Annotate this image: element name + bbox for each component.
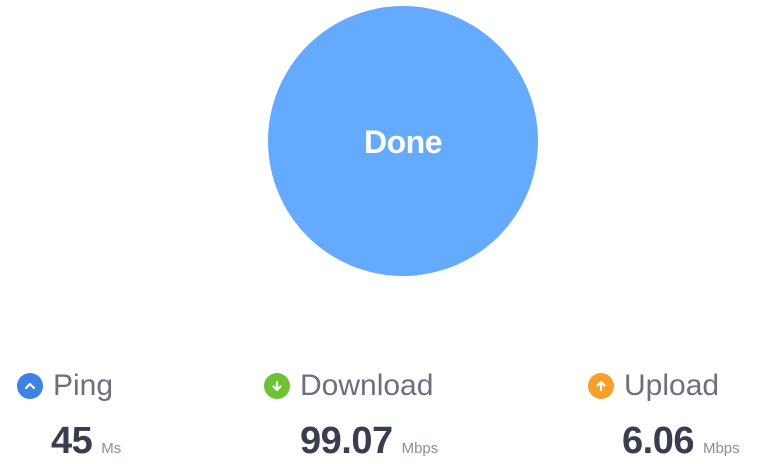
arrow-up-icon	[588, 373, 614, 399]
done-button[interactable]: Done	[268, 6, 538, 276]
upload-header: Upload	[588, 366, 719, 406]
ping-value: 45	[51, 420, 93, 462]
download-header: Download	[264, 366, 433, 406]
ping-result: 45 Ms	[51, 420, 121, 463]
ping-label: Ping	[53, 369, 114, 402]
download-label: Download	[300, 369, 434, 402]
upload-label: Upload	[624, 369, 720, 402]
speed-test-result: Done Ping 45 Ms Download 99.07 Mbps Uplo…	[0, 0, 771, 464]
ping-metric: Ping 45 Ms	[17, 366, 121, 462]
upload-unit: Mbps	[702, 440, 740, 457]
download-value: 99.07	[300, 420, 393, 462]
upload-metric: Upload 6.06 Mbps	[588, 366, 740, 462]
upload-result: 6.06 Mbps	[622, 420, 740, 463]
ping-unit: Ms	[101, 440, 122, 457]
upload-value: 6.06	[622, 420, 694, 462]
chevron-up-icon	[17, 373, 43, 399]
download-result: 99.07 Mbps	[300, 420, 438, 463]
arrow-down-icon	[264, 373, 290, 399]
download-unit: Mbps	[401, 440, 439, 457]
done-button-label: Done	[364, 123, 443, 160]
download-metric: Download 99.07 Mbps	[264, 366, 438, 462]
ping-header: Ping	[17, 366, 113, 406]
